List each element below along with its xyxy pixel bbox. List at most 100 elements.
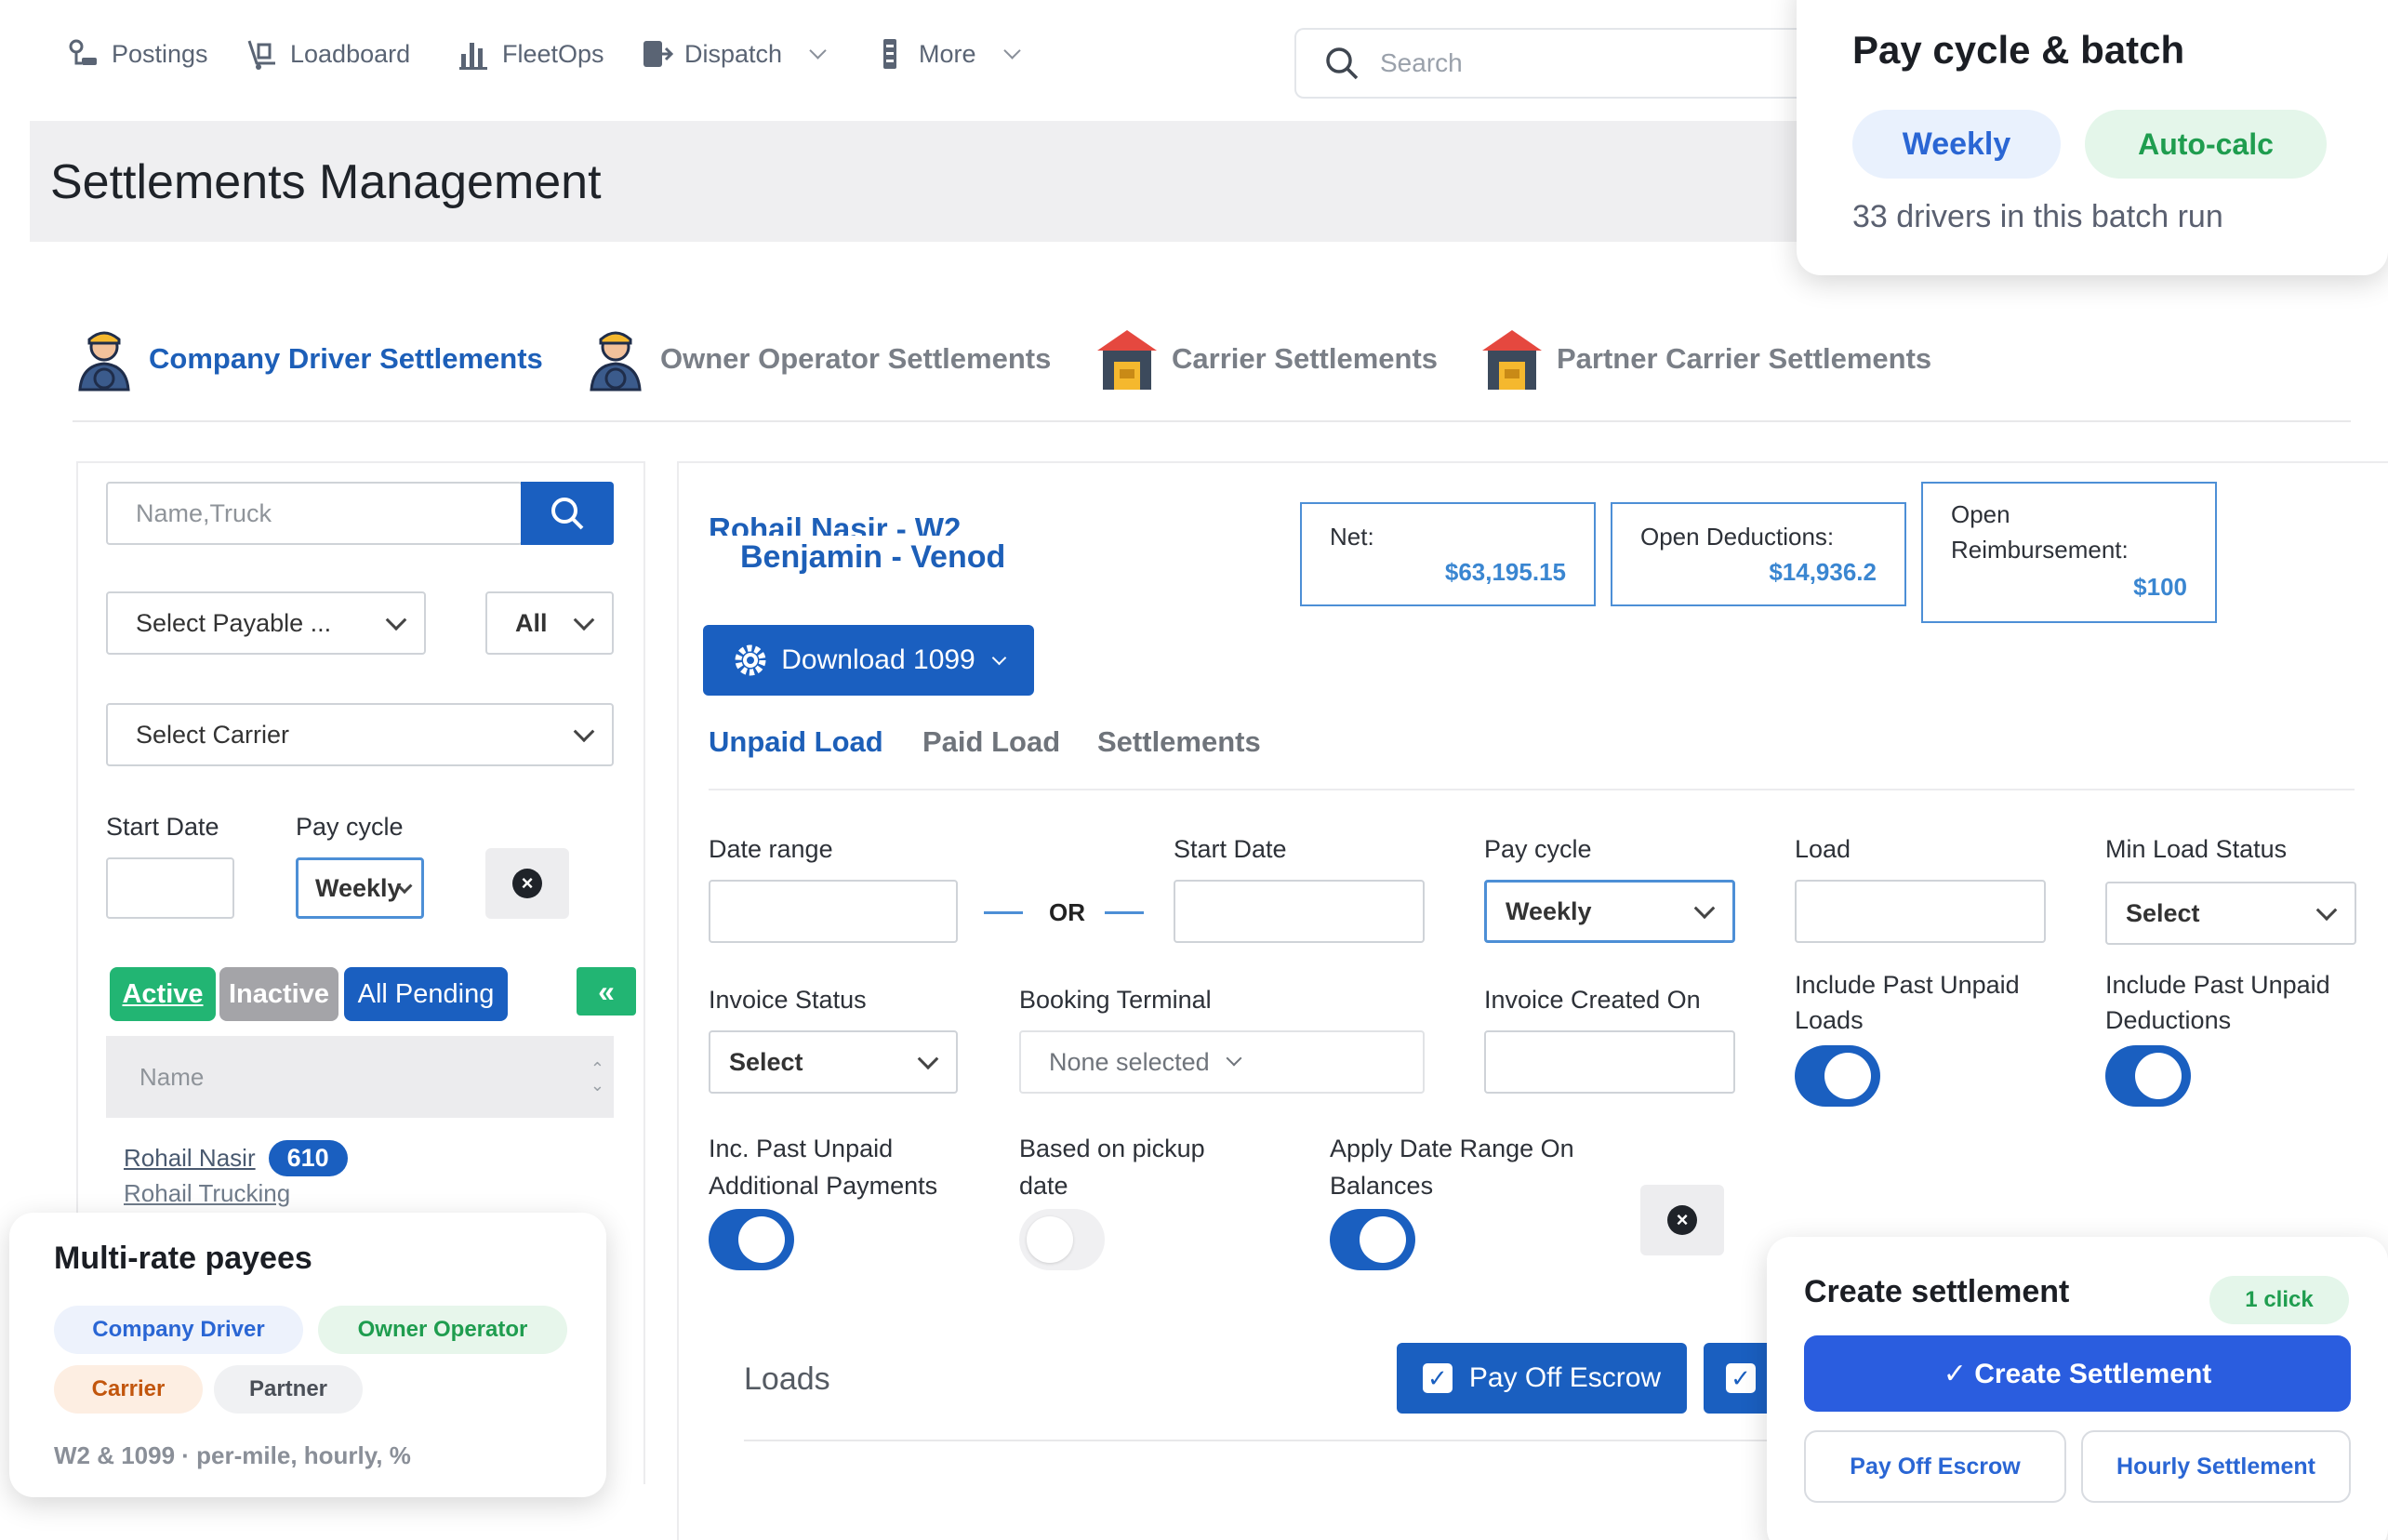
pay-cycle-card: Pay cycle & batch Weekly Auto-calc 33 dr… — [1797, 0, 2388, 275]
clear-filter-button[interactable]: × — [485, 848, 569, 919]
based-on-pickup-label: Based on pickup — [1019, 1135, 1205, 1162]
min-load-status-label: Min Load Status — [2105, 835, 2288, 863]
tab-company-driver[interactable]: Company Driver Settlements — [73, 322, 543, 396]
search-box[interactable]: Search — [1294, 28, 1815, 99]
invoice-status-label: Invoice Status — [709, 986, 867, 1014]
clear-filters-button[interactable]: × — [1640, 1185, 1724, 1255]
select-value: Select — [2126, 898, 2200, 927]
tab-paid-load[interactable]: Paid Load — [922, 725, 1060, 759]
inc-past-unpaid-additional-toggle[interactable] — [709, 1209, 794, 1270]
download-1099-button[interactable]: Download 1099 — [703, 625, 1034, 696]
include-past-unpaid-loads-toggle[interactable] — [1795, 1045, 1880, 1107]
chevron-down-icon — [1693, 897, 1716, 920]
search-icon — [551, 498, 584, 530]
select-value: Weekly — [315, 873, 402, 902]
name-column-header[interactable]: Name ⌃ ⌄ — [106, 1036, 614, 1118]
hourly-settlement-button[interactable]: Hourly Settlement — [2081, 1430, 2351, 1503]
settlement-tabs: Company Driver Settlements Owner Operato… — [73, 322, 2351, 422]
nav-item-loadboard[interactable]: Loadboard — [244, 35, 410, 73]
tab-unpaid-load[interactable]: Unpaid Load — [709, 725, 883, 759]
booking-terminal-select[interactable]: None selected — [1019, 1030, 1425, 1094]
nav-item-postings[interactable]: Postings — [65, 35, 208, 73]
double-chevron-left-icon: « — [598, 974, 615, 1008]
button-label: Download 1099 — [781, 644, 975, 675]
include-past-unpaid-deductions-toggle[interactable] — [2105, 1045, 2191, 1107]
checkbox-icon: ✓ — [1422, 1363, 1453, 1393]
pay-cycle-select[interactable]: Weekly — [296, 857, 424, 919]
name-truck-search-input[interactable]: Name,Truck — [106, 482, 523, 545]
nav-label: Postings — [112, 39, 208, 68]
toggle-knob — [2135, 1053, 2182, 1099]
load-input[interactable] — [1795, 880, 2046, 943]
pay-off-escrow-button[interactable]: Pay Off Escrow — [1804, 1430, 2066, 1503]
one-click-badge: 1 click — [2209, 1276, 2349, 1324]
status-select[interactable]: All — [485, 591, 614, 655]
chevron-down-icon — [917, 1048, 939, 1070]
chip-owner-operator: Owner Operator — [318, 1306, 567, 1354]
start-date-input[interactable] — [106, 857, 234, 919]
pay-cycle-select[interactable]: Weekly — [1484, 880, 1735, 943]
load-label: Load — [1795, 835, 1851, 863]
tab-settlements[interactable]: Settlements — [1097, 725, 1261, 759]
search-button[interactable] — [521, 482, 614, 545]
gear-icon — [735, 644, 766, 676]
payable-select[interactable]: Select Payable ... — [106, 591, 426, 655]
or-separator: OR — [1049, 898, 1085, 926]
loadboard-icon — [247, 40, 275, 70]
tab-partner-carrier[interactable]: Partner Carrier Settlements — [1480, 322, 1931, 396]
chevron-down-icon — [1002, 41, 1021, 60]
date-range-label: Date range — [709, 835, 833, 863]
apply-date-range-toggle[interactable] — [1330, 1209, 1415, 1270]
date-range-input[interactable] — [709, 880, 958, 943]
include-past-unpaid-loads-label: Include Past Unpaid — [1795, 971, 2020, 999]
nav-item-fleetops[interactable]: FleetOps — [456, 35, 604, 73]
driver-name-link[interactable]: Rohail Nasir — [124, 1144, 256, 1173]
chevron-down-icon — [2315, 899, 2338, 922]
warehouse-icon — [1482, 330, 1542, 390]
create-settlement-button[interactable]: ✓ Create Settlement — [1804, 1335, 2351, 1412]
invoice-created-on-input[interactable] — [1484, 1030, 1735, 1094]
driver-title-primary: Rohail Nasir - W2 — [709, 511, 962, 536]
select-value: Select Payable ... — [136, 608, 332, 637]
stat-value: $14,936.2 — [1769, 558, 1877, 586]
search-placeholder: Search — [1380, 48, 1463, 77]
min-load-status-select[interactable]: Select — [2105, 882, 2356, 945]
net-stat: Net: $63,195.15 — [1300, 502, 1596, 606]
carrier-select[interactable]: Select Carrier — [106, 703, 614, 766]
apply-date-range-label: Balances — [1330, 1172, 1434, 1200]
based-on-pickup-toggle[interactable] — [1019, 1209, 1105, 1270]
toggle-knob — [738, 1216, 785, 1263]
collapse-panel-button[interactable]: « — [577, 967, 636, 1016]
nav-item-more[interactable]: More — [872, 35, 1021, 73]
filter-active[interactable]: Active — [110, 967, 216, 1021]
invoice-status-select[interactable]: Select — [709, 1030, 958, 1094]
driver-icon — [590, 331, 642, 392]
based-on-pickup-label: date — [1019, 1172, 1068, 1200]
tab-label: Partner Carrier Settlements — [1557, 342, 1932, 375]
search-icon — [1326, 47, 1359, 80]
chip-company-driver: Company Driver — [54, 1306, 303, 1354]
open-reimbursement-stat: Open Reimbursement: $100 — [1921, 482, 2217, 623]
chip-autocalc: Auto-calc — [2085, 110, 2327, 179]
nav-item-dispatch[interactable]: Dispatch — [638, 35, 827, 73]
tab-carrier[interactable]: Carrier Settlements — [1095, 322, 1438, 396]
checkbox-icon: ✓ — [1726, 1363, 1756, 1393]
include-past-unpaid-loads-label: Loads — [1795, 1006, 1864, 1034]
chip-carrier: Carrier — [54, 1365, 203, 1414]
filter-inactive[interactable]: Inactive — [219, 967, 338, 1021]
booking-terminal-label: Booking Terminal — [1019, 986, 1212, 1014]
search-placeholder: Name,Truck — [136, 498, 272, 527]
loads-heading: Loads — [744, 1361, 830, 1397]
stat-label: Net: — [1330, 523, 1374, 551]
start-date-label: Start Date — [106, 813, 219, 841]
select-value: Select Carrier — [136, 720, 290, 749]
start-date-input[interactable] — [1174, 880, 1425, 943]
driver-company-link[interactable]: Rohail Trucking — [124, 1179, 290, 1208]
tab-owner-operator[interactable]: Owner Operator Settlements — [584, 322, 1051, 396]
filter-all-pending[interactable]: All Pending — [344, 967, 508, 1021]
pay-off-escrow-button[interactable]: ✓ Pay Off Escrow — [1397, 1343, 1687, 1414]
create-settlement-card: Create settlement 1 click ✓ Create Settl… — [1767, 1237, 2388, 1540]
pay-cycle-label: Pay cycle — [296, 813, 404, 841]
card-title: Multi-rate payees — [54, 1241, 312, 1276]
list-item[interactable]: Rohail Nasir 610 — [124, 1140, 348, 1176]
